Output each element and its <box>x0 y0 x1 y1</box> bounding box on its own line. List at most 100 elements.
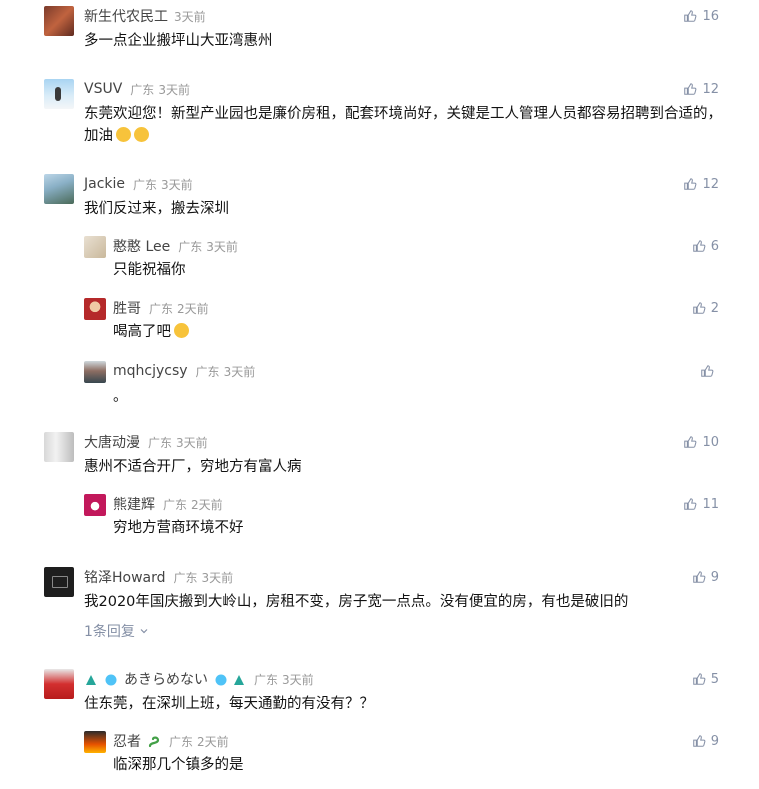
reply-text: 穷地方营商环境不好 <box>113 520 244 536</box>
comment-time: 3天前 <box>161 177 193 192</box>
avatar-mark <box>52 576 68 588</box>
like-button[interactable]: 11 <box>683 494 719 514</box>
comment-meta: あきらめない 广东 3天前 <box>84 669 314 689</box>
comment-item: あきらめない 广东 3天前 5 住东莞，在深圳上班，每天通勤的有没有？？ 忍者 … <box>0 669 759 789</box>
thumbs-up-icon <box>692 673 706 685</box>
thumbs-up-icon <box>692 735 706 747</box>
comment-region: 广东 <box>130 82 155 97</box>
thumbs-up-icon <box>692 240 706 252</box>
comment-region: 广东 <box>133 177 158 192</box>
reply-text: 。 <box>113 389 128 405</box>
like-count: 10 <box>702 434 719 450</box>
comment-region: 广东 <box>254 672 279 687</box>
like-count: 12 <box>702 81 719 97</box>
thinking-emoji-icon <box>174 323 189 338</box>
like-button[interactable]: 9 <box>692 731 719 751</box>
author-name[interactable]: 大唐动漫 <box>84 432 140 452</box>
avatar-figure <box>55 87 61 101</box>
comment-time: 2天前 <box>191 497 223 512</box>
comment-time: 3天前 <box>223 364 256 379</box>
like-button[interactable]: 5 <box>692 669 719 689</box>
clap-emoji-icon <box>116 127 131 142</box>
thumbs-up-icon <box>684 178 697 190</box>
avatar[interactable] <box>84 731 106 753</box>
reply-text: 喝高了吧 <box>113 321 733 343</box>
thumbs-up-icon <box>692 302 706 314</box>
avatar[interactable] <box>84 236 106 258</box>
comment-region: 广东 <box>173 570 198 585</box>
comment-text: 我们反过来，搬去深圳 <box>84 201 229 217</box>
avatar[interactable] <box>44 79 74 109</box>
like-button[interactable]: 6 <box>692 236 719 256</box>
comment-time: 2天前 <box>197 734 229 749</box>
avatar[interactable] <box>44 669 74 699</box>
expand-replies-label: 1条回复 <box>84 624 135 640</box>
author-name[interactable]: 忍者 <box>113 731 141 751</box>
like-button[interactable]: 2 <box>692 298 719 318</box>
like-button[interactable]: 9 <box>692 567 719 587</box>
reply-text: 临深那几个镇多的是 <box>113 757 244 773</box>
like-button[interactable] <box>700 361 719 381</box>
comment-meta: Jackie 广东 3天前 <box>84 174 193 194</box>
comment-text: 东莞欢迎您！新型产业园也是廉价房租，配套环境尚好，关键是工人管理人员都容易招聘到… <box>84 103 734 147</box>
comment-time: 3天前 <box>158 82 190 97</box>
comment-text: 住东莞，在深圳上班，每天通勤的有没有？？ <box>84 696 374 712</box>
like-button[interactable]: 10 <box>683 432 719 452</box>
rabbit-badge-icon <box>214 672 228 686</box>
avatar[interactable] <box>44 567 74 597</box>
comment-meta: VSUV 广东 3天前 <box>84 79 190 99</box>
avatar[interactable] <box>84 494 106 516</box>
thumbs-up-icon <box>701 365 714 377</box>
comment-text-body: 东莞欢迎您！新型产业园也是廉价房租，配套环境尚好，关键是工人管理人员都容易招聘到… <box>84 106 722 144</box>
rabbit-badge-icon <box>232 672 246 686</box>
thumbs-up-icon <box>684 83 697 95</box>
rabbit-badge-icon <box>84 672 98 686</box>
comment-text: 多一点企业搬坪山大亚湾惠州 <box>84 33 273 49</box>
comment-region: 广东 <box>195 364 220 379</box>
author-name[interactable]: 铭泽Howard <box>84 567 166 587</box>
author-name[interactable]: mqhcjycsy <box>113 363 188 379</box>
comment-item: Jackie 广东 3天前 12 我们反过来，搬去深圳 憨憨 Lee 广东 3天… <box>0 174 759 414</box>
avatar[interactable] <box>84 298 106 320</box>
author-name[interactable]: VSUV <box>84 81 122 97</box>
reply-text-body: 喝高了吧 <box>113 324 171 340</box>
reply-meta: 胜哥 广东 2天前 <box>113 298 209 318</box>
like-button[interactable]: 16 <box>683 6 719 26</box>
expand-replies-link[interactable]: 1条回复 <box>84 621 149 641</box>
author-name[interactable]: 新生代农民工 <box>84 6 168 26</box>
author-name[interactable]: あきらめない <box>124 669 208 689</box>
comment-region: 广东 <box>169 734 194 749</box>
reply-meta: mqhcjycsy 广东 3天前 <box>113 361 255 381</box>
avatar[interactable] <box>44 174 74 204</box>
author-name[interactable]: 胜哥 <box>113 298 141 318</box>
avatar[interactable] <box>44 6 74 36</box>
comment-region: 广东 <box>148 435 173 450</box>
like-count: 6 <box>710 238 719 254</box>
like-count: 16 <box>702 8 719 24</box>
comment-region: 广东 <box>149 301 174 316</box>
comment-text: 惠州不适合开厂，穷地方有富人病 <box>84 459 302 475</box>
comment-item: 大唐动漫 广东 3天前 10 惠州不适合开厂，穷地方有富人病 熊建辉 广东 2天… <box>0 432 759 552</box>
author-name[interactable]: 熊建辉 <box>113 494 155 514</box>
like-button[interactable]: 12 <box>683 174 719 194</box>
thumbs-up-icon <box>684 10 697 22</box>
like-count: 5 <box>710 671 719 687</box>
reply-meta: 忍者 广东 2天前 <box>113 731 229 751</box>
avatar[interactable] <box>44 432 74 462</box>
comment-time: 3天前 <box>174 9 206 24</box>
like-count: 9 <box>710 569 719 585</box>
reply-meta: 熊建辉 广东 2天前 <box>113 494 223 514</box>
comment-region: 广东 <box>178 239 203 254</box>
rabbit-badge-icon <box>104 672 118 686</box>
like-count: 2 <box>710 300 719 316</box>
author-name[interactable]: 憨憨 Lee <box>113 236 170 256</box>
author-name[interactable]: Jackie <box>84 176 125 192</box>
like-count: 11 <box>702 496 719 512</box>
avatar[interactable] <box>84 361 106 383</box>
comment-time: 3天前 <box>201 570 234 585</box>
comment-item: VSUV 广东 3天前 12 东莞欢迎您！新型产业园也是廉价房租，配套环境尚好，… <box>0 79 759 169</box>
like-button[interactable]: 12 <box>683 79 719 99</box>
clap-emoji-icon <box>134 127 149 142</box>
comment-meta: 铭泽Howard 广东 3天前 <box>84 567 233 587</box>
reply-text: 只能祝福你 <box>113 262 186 278</box>
